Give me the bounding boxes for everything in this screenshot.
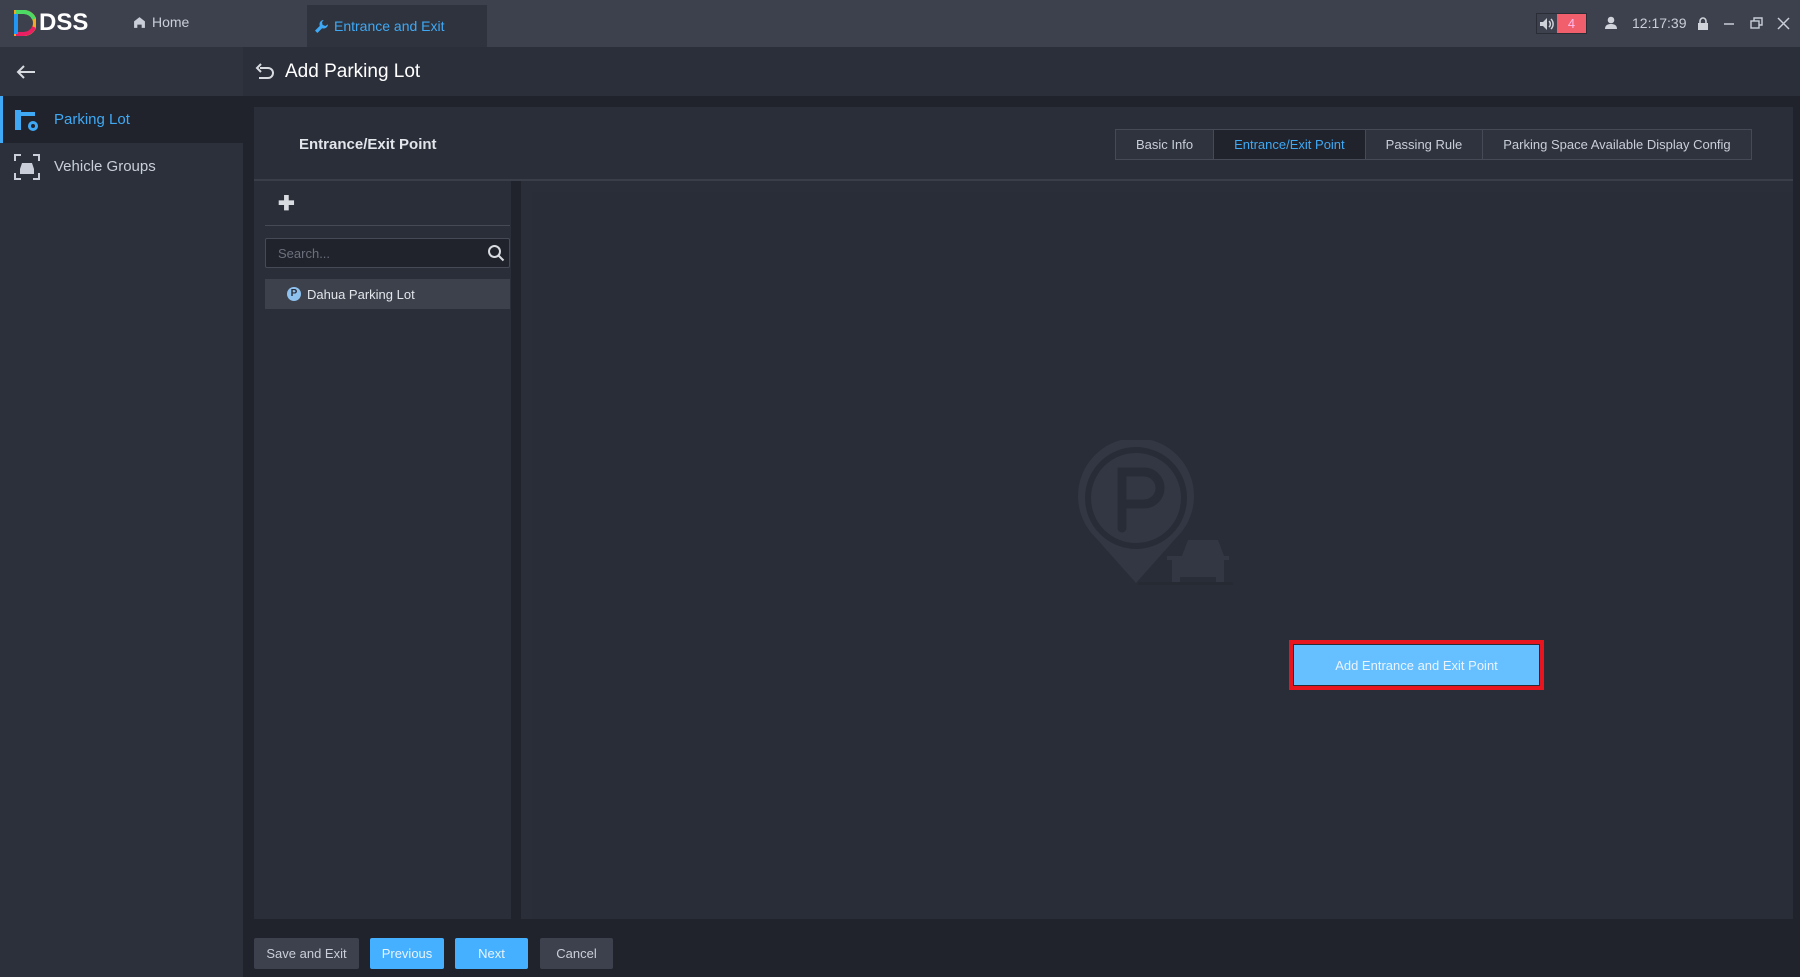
top-bar: DSS Home Entrance and Exit 4 12:17:39	[0, 0, 1800, 47]
lock-icon[interactable]	[1693, 13, 1713, 33]
logo-icon	[14, 10, 36, 36]
alarm-sound-button[interactable]: 4	[1536, 13, 1587, 34]
home-label: Home	[152, 14, 190, 30]
close-icon[interactable]	[1773, 13, 1793, 33]
page-header: Add Parking Lot	[243, 47, 1800, 96]
section-title: Entrance/Exit Point	[299, 136, 437, 153]
search-box	[265, 238, 510, 268]
sidebar: Parking Lot Vehicle Groups	[0, 47, 243, 977]
add-icon[interactable]: ✚	[278, 191, 295, 216]
previous-button[interactable]: Previous	[370, 938, 444, 969]
tree-item[interactable]: P Dahua Parking Lot	[265, 279, 510, 309]
search-input[interactable]	[266, 239, 476, 267]
restore-icon[interactable]	[1746, 13, 1766, 33]
parking-lot-tree: ✚ P Dahua Parking Lot	[254, 181, 521, 919]
wizard-panel: Entrance/Exit Point Basic Info Entrance/…	[254, 107, 1793, 919]
alarm-count-badge: 4	[1557, 14, 1586, 33]
parking-barrier-icon	[15, 109, 38, 131]
parking-location-icon	[1078, 440, 1233, 585]
add-entrance-exit-point-button[interactable]: Add Entrance and Exit Point	[1294, 645, 1539, 685]
vehicle-group-icon	[14, 153, 40, 180]
parking-icon: P	[287, 287, 301, 301]
step-parking-space-display-config[interactable]: Parking Space Available Display Config	[1482, 130, 1750, 159]
tab-label: Entrance and Exit	[334, 18, 445, 34]
next-button[interactable]: Next	[455, 938, 528, 969]
sidebar-item-vehicle-groups[interactable]: Vehicle Groups	[0, 143, 243, 190]
wrench-icon	[315, 19, 328, 33]
dss-logo: DSS	[14, 9, 88, 37]
home-icon	[134, 16, 145, 28]
minimize-icon[interactable]	[1719, 13, 1739, 33]
sidebar-item-label: Parking Lot	[54, 111, 130, 128]
undo-icon[interactable]	[255, 62, 275, 81]
save-and-exit-button[interactable]: Save and Exit	[254, 938, 359, 969]
step-entrance-exit-point[interactable]: Entrance/Exit Point	[1213, 130, 1365, 159]
highlight-box: Add Entrance and Exit Point	[1289, 640, 1544, 690]
app-name: DSS	[39, 9, 89, 36]
speaker-icon	[1537, 14, 1557, 33]
home-tab[interactable]: Home	[133, 14, 189, 30]
clock: 12:17:39	[1632, 15, 1687, 31]
step-passing-rule[interactable]: Passing Rule	[1364, 130, 1483, 159]
back-button[interactable]	[0, 47, 243, 96]
sidebar-item-label: Vehicle Groups	[54, 158, 156, 175]
tree-item-label: Dahua Parking Lot	[307, 286, 415, 302]
user-icon[interactable]	[1601, 13, 1621, 33]
divider	[265, 225, 510, 226]
page-title: Add Parking Lot	[285, 60, 421, 82]
tab-entrance-and-exit[interactable]: Entrance and Exit	[307, 5, 487, 47]
sidebar-item-parking-lot[interactable]: Parking Lot	[0, 96, 243, 143]
arrow-left-icon	[16, 64, 35, 79]
search-icon[interactable]	[487, 244, 505, 262]
empty-state-area: Add Entrance and Exit Point	[532, 192, 1793, 919]
step-basic-info[interactable]: Basic Info	[1116, 130, 1213, 159]
cancel-button[interactable]: Cancel	[540, 938, 613, 969]
wizard-steps: Basic Info Entrance/Exit Point Passing R…	[1115, 129, 1752, 160]
